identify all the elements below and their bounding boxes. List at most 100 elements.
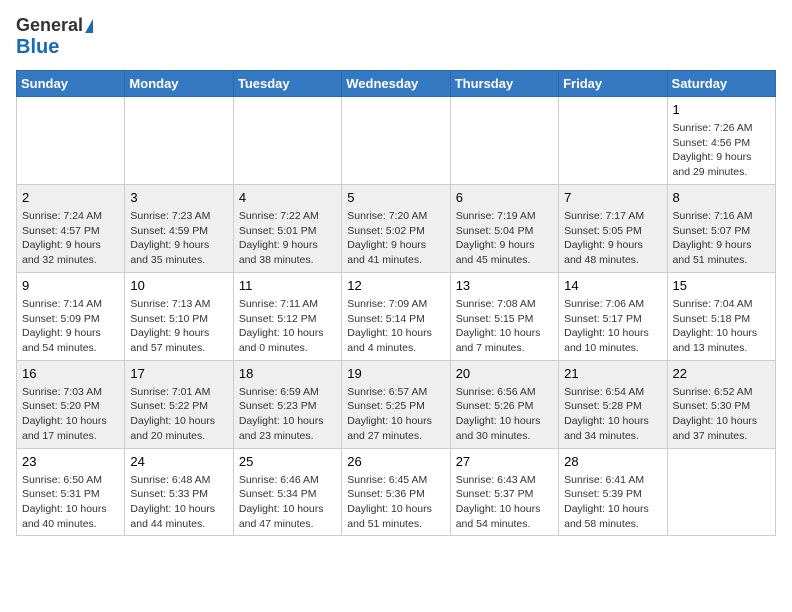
day-number: 23 — [22, 453, 119, 471]
calendar-cell: 5 Sunrise: 7:20 AM Sunset: 5:02 PM Daylig… — [342, 184, 450, 272]
calendar-header-wednesday: Wednesday — [342, 70, 450, 96]
day-info: Sunrise: 6:54 AM Sunset: 5:28 PM Dayligh… — [564, 385, 661, 444]
day-info: Sunrise: 6:43 AM Sunset: 5:37 PM Dayligh… — [456, 473, 553, 532]
calendar-cell: 13 Sunrise: 7:08 AM Sunset: 5:15 PM Dayli… — [450, 272, 558, 360]
day-number: 11 — [239, 277, 336, 295]
day-info: Sunrise: 7:16 AM Sunset: 5:07 PM Dayligh… — [673, 209, 770, 268]
day-number: 27 — [456, 453, 553, 471]
calendar-header-sunday: Sunday — [17, 70, 125, 96]
calendar-cell: 27 Sunrise: 6:43 AM Sunset: 5:37 PM Dayli… — [450, 448, 558, 536]
day-number: 15 — [673, 277, 770, 295]
calendar-header-thursday: Thursday — [450, 70, 558, 96]
calendar-cell: 20 Sunrise: 6:56 AM Sunset: 5:26 PM Dayli… — [450, 360, 558, 448]
day-number: 6 — [456, 189, 553, 207]
day-number: 24 — [130, 453, 227, 471]
calendar-cell: 26Sunrise: 6:45 AM Sunset: 5:36 PM Dayli… — [342, 448, 450, 536]
day-number: 1 — [673, 101, 770, 119]
week-row-3: 9 Sunrise: 7:14 AM Sunset: 5:09 PM Daylig… — [17, 272, 776, 360]
calendar-cell — [667, 448, 775, 536]
day-info: Sunrise: 7:09 AM Sunset: 5:14 PM Dayligh… — [347, 297, 444, 356]
calendar-header-tuesday: Tuesday — [233, 70, 341, 96]
week-row-4: 16 Sunrise: 7:03 AM Sunset: 5:20 PM Dayli… — [17, 360, 776, 448]
day-number: 5 — [347, 189, 444, 207]
day-info: Sunrise: 6:48 AM Sunset: 5:33 PM Dayligh… — [130, 473, 227, 532]
day-info: Sunrise: 7:20 AM Sunset: 5:02 PM Dayligh… — [347, 209, 444, 268]
day-info: Sunrise: 6:56 AM Sunset: 5:26 PM Dayligh… — [456, 385, 553, 444]
header: General Blue — [16, 16, 776, 58]
day-number: 19 — [347, 365, 444, 383]
day-number: 7 — [564, 189, 661, 207]
day-number: 10 — [130, 277, 227, 295]
day-number: 20 — [456, 365, 553, 383]
day-info: Sunrise: 6:59 AM Sunset: 5:23 PM Dayligh… — [239, 385, 336, 444]
day-info: Sunrise: 7:23 AM Sunset: 4:59 PM Dayligh… — [130, 209, 227, 268]
day-number: 22 — [673, 365, 770, 383]
day-number: 18 — [239, 365, 336, 383]
day-info: Sunrise: 6:52 AM Sunset: 5:30 PM Dayligh… — [673, 385, 770, 444]
day-info: Sunrise: 7:26 AM Sunset: 4:56 PM Dayligh… — [673, 121, 770, 180]
calendar-cell: 1 Sunrise: 7:26 AM Sunset: 4:56 PM Daylig… — [667, 96, 775, 184]
day-number: 3 — [130, 189, 227, 207]
calendar-cell: 19Sunrise: 6:57 AM Sunset: 5:25 PM Dayli… — [342, 360, 450, 448]
calendar-cell: 15 Sunrise: 7:04 AM Sunset: 5:18 PM Dayli… — [667, 272, 775, 360]
calendar-cell: 25Sunrise: 6:46 AM Sunset: 5:34 PM Dayli… — [233, 448, 341, 536]
day-number: 16 — [22, 365, 119, 383]
day-number: 17 — [130, 365, 227, 383]
day-number: 21 — [564, 365, 661, 383]
day-number: 2 — [22, 189, 119, 207]
calendar-cell: 24 Sunrise: 6:48 AM Sunset: 5:33 PM Dayli… — [125, 448, 233, 536]
calendar-cell: 28 Sunrise: 6:41 AM Sunset: 5:39 PM Dayli… — [559, 448, 667, 536]
calendar-cell: 12Sunrise: 7:09 AM Sunset: 5:14 PM Dayli… — [342, 272, 450, 360]
day-info: Sunrise: 7:04 AM Sunset: 5:18 PM Dayligh… — [673, 297, 770, 356]
calendar-cell: 23 Sunrise: 6:50 AM Sunset: 5:31 PM Dayli… — [17, 448, 125, 536]
day-info: Sunrise: 7:14 AM Sunset: 5:09 PM Dayligh… — [22, 297, 119, 356]
logo: General Blue — [16, 16, 93, 58]
calendar-cell: 17 Sunrise: 7:01 AM Sunset: 5:22 PM Dayli… — [125, 360, 233, 448]
page: General Blue SundayMondayTuesdayWednesda… — [0, 0, 792, 552]
day-info: Sunrise: 6:41 AM Sunset: 5:39 PM Dayligh… — [564, 473, 661, 532]
calendar-cell — [450, 96, 558, 184]
calendar-cell: 4 Sunrise: 7:22 AM Sunset: 5:01 PM Daylig… — [233, 184, 341, 272]
calendar-cell: 8 Sunrise: 7:16 AM Sunset: 5:07 PM Daylig… — [667, 184, 775, 272]
calendar-cell: 2Sunrise: 7:24 AM Sunset: 4:57 PM Daylig… — [17, 184, 125, 272]
calendar-cell: 21 Sunrise: 6:54 AM Sunset: 5:28 PM Dayli… — [559, 360, 667, 448]
calendar-header-friday: Friday — [559, 70, 667, 96]
day-info: Sunrise: 7:01 AM Sunset: 5:22 PM Dayligh… — [130, 385, 227, 444]
day-info: Sunrise: 7:08 AM Sunset: 5:15 PM Dayligh… — [456, 297, 553, 356]
day-info: Sunrise: 7:19 AM Sunset: 5:04 PM Dayligh… — [456, 209, 553, 268]
day-info: Sunrise: 7:03 AM Sunset: 5:20 PM Dayligh… — [22, 385, 119, 444]
calendar-cell: 7 Sunrise: 7:17 AM Sunset: 5:05 PM Daylig… — [559, 184, 667, 272]
day-number: 13 — [456, 277, 553, 295]
logo-triangle-icon — [85, 19, 93, 33]
calendar-cell — [559, 96, 667, 184]
day-info: Sunrise: 7:13 AM Sunset: 5:10 PM Dayligh… — [130, 297, 227, 356]
calendar-cell: 9 Sunrise: 7:14 AM Sunset: 5:09 PM Daylig… — [17, 272, 125, 360]
week-row-1: 1 Sunrise: 7:26 AM Sunset: 4:56 PM Daylig… — [17, 96, 776, 184]
calendar-cell — [342, 96, 450, 184]
day-number: 4 — [239, 189, 336, 207]
day-number: 9 — [22, 277, 119, 295]
day-info: Sunrise: 7:11 AM Sunset: 5:12 PM Dayligh… — [239, 297, 336, 356]
calendar-cell: 18 Sunrise: 6:59 AM Sunset: 5:23 PM Dayli… — [233, 360, 341, 448]
calendar-cell: 3 Sunrise: 7:23 AM Sunset: 4:59 PM Daylig… — [125, 184, 233, 272]
calendar-cell: 22 Sunrise: 6:52 AM Sunset: 5:30 PM Dayli… — [667, 360, 775, 448]
day-number: 8 — [673, 189, 770, 207]
day-info: Sunrise: 6:50 AM Sunset: 5:31 PM Dayligh… — [22, 473, 119, 532]
logo-text-general: General — [16, 16, 83, 36]
day-number: 26 — [347, 453, 444, 471]
calendar-header-monday: Monday — [125, 70, 233, 96]
calendar-header-row: SundayMondayTuesdayWednesdayThursdayFrid… — [17, 70, 776, 96]
calendar-cell — [125, 96, 233, 184]
calendar-cell: 11 Sunrise: 7:11 AM Sunset: 5:12 PM Dayli… — [233, 272, 341, 360]
calendar: SundayMondayTuesdayWednesdayThursdayFrid… — [16, 70, 776, 537]
day-info: Sunrise: 7:22 AM Sunset: 5:01 PM Dayligh… — [239, 209, 336, 268]
calendar-cell — [233, 96, 341, 184]
calendar-cell: 14Sunrise: 7:06 AM Sunset: 5:17 PM Dayli… — [559, 272, 667, 360]
week-row-5: 23 Sunrise: 6:50 AM Sunset: 5:31 PM Dayli… — [17, 448, 776, 536]
day-number: 28 — [564, 453, 661, 471]
day-number: 14 — [564, 277, 661, 295]
day-number: 25 — [239, 453, 336, 471]
logo-text-blue: Blue — [16, 36, 59, 58]
calendar-header-saturday: Saturday — [667, 70, 775, 96]
day-info: Sunrise: 7:17 AM Sunset: 5:05 PM Dayligh… — [564, 209, 661, 268]
